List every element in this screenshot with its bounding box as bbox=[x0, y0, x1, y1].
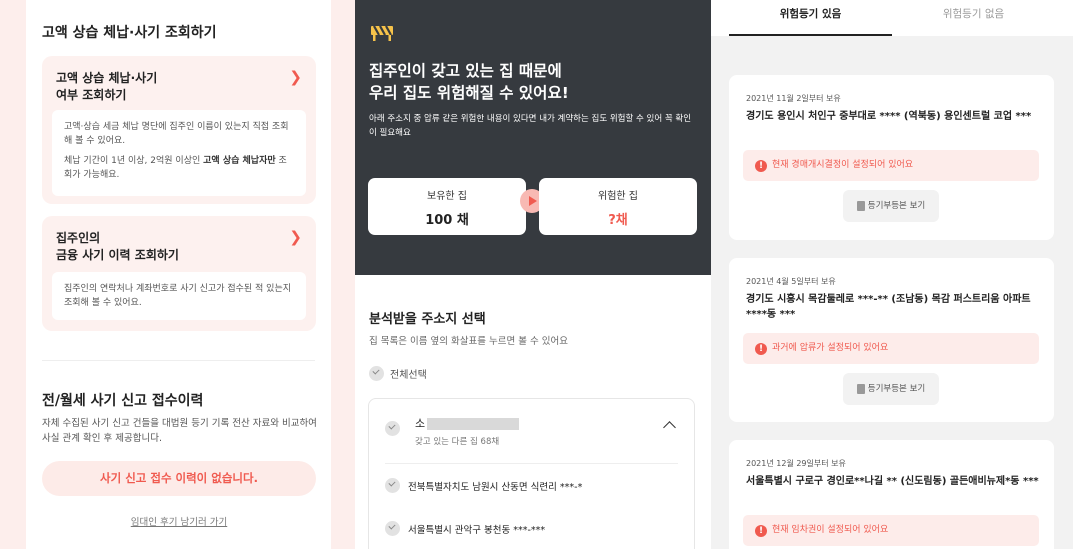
card-description: 집주인의 연락처나 계좌번호로 사기 신고가 접수된 적 있는지 조회해 볼 수… bbox=[52, 272, 306, 320]
owner-name: 소 bbox=[415, 415, 520, 431]
property-address: 경기도 용인시 처인구 중부대로 **** (역북동) 용인센트럴 코업 *** bbox=[746, 111, 1032, 122]
card-title: 집주인의 금융 사기 이력 조회하기 bbox=[56, 231, 179, 262]
risk-warning: ! 현재 경매개시결정이 설정되어 있어요 bbox=[743, 150, 1039, 181]
divider bbox=[385, 463, 678, 464]
risk-property-card: 2021년 4월 5일부터 보유 경기도 시흥시 목감둘레로 ***-** (조… bbox=[729, 258, 1054, 422]
tab-bar: 위험등기 있음 위험등기 없음 bbox=[711, 0, 1073, 36]
select-address-desc: 집 목록은 이름 옆의 화살표를 누르면 볼 수 있어요 bbox=[369, 336, 568, 347]
select-address-title: 분석받을 주소지 선택 bbox=[369, 312, 486, 327]
barrier-icon bbox=[371, 25, 393, 41]
warning-icon: ! bbox=[755, 159, 767, 172]
card-title: 고액 상습 체납·사기 여부 조회하기 bbox=[56, 71, 158, 102]
risk-property-card: 2021년 11월 2일부터 보유 경기도 용인시 처인구 중부대로 **** … bbox=[729, 75, 1054, 240]
owned-houses-stat: 보유한 집 100 채 bbox=[368, 178, 526, 235]
landlord-review-link[interactable]: 임대인 후기 남기러 가기 bbox=[42, 514, 316, 528]
financial-fraud-lookup-card[interactable]: 집주인의 금융 사기 이력 조회하기 ❯ 집주인의 연락처나 계좌번호로 사기 … bbox=[42, 216, 316, 331]
document-icon bbox=[856, 384, 865, 394]
warning-icon: ! bbox=[755, 524, 767, 537]
report-history-title: 전/월세 사기 신고 접수이력 bbox=[42, 393, 204, 409]
hero-title: 집주인이 갖고 있는 집 때문에 우리 집도 위험해질 수 있어요! bbox=[369, 62, 569, 102]
check-icon bbox=[369, 366, 384, 381]
risk-registry-panel: 위험등기 있음 위험등기 없음 2021년 11월 2일부터 보유 경기도 용인… bbox=[711, 0, 1073, 549]
check-icon[interactable] bbox=[385, 421, 400, 436]
divider bbox=[42, 360, 315, 361]
tab-risk-exists[interactable]: 위험등기 있음 bbox=[729, 0, 892, 36]
view-registry-button[interactable]: 등기부등본 보기 bbox=[843, 373, 939, 405]
address-item[interactable]: 서울특별시 관악구 봉천동 ***-*** bbox=[385, 521, 545, 536]
risk-warning: ! 현재 임차권이 설정되어 있어요 bbox=[743, 515, 1039, 546]
document-icon bbox=[856, 201, 865, 211]
chevron-right-icon[interactable]: ❯ bbox=[289, 68, 302, 86]
report-history-desc: 자체 수집된 사기 신고 건들을 대법원 등기 기록 전산 자료와 비교하여 사… bbox=[42, 418, 317, 444]
chevron-up-icon[interactable] bbox=[663, 421, 676, 434]
hero-description: 아래 주소지 중 압류 같은 위험한 내용이 있다면 내가 계약하는 집도 위험… bbox=[369, 114, 692, 138]
property-address: 경기도 시흥시 목감둘레로 ***-** (조남동) 목감 퍼스트리움 아파트 … bbox=[746, 294, 1031, 320]
select-all-checkbox[interactable]: 전체선택 bbox=[369, 366, 427, 381]
address-list: 소 갖고 있는 다른 집 68채 전북특별자치도 남원시 산동면 식련리 ***… bbox=[368, 398, 695, 549]
tab-risk-none[interactable]: 위험등기 없음 bbox=[892, 0, 1055, 36]
risk-warning: ! 과거에 압류가 설정되어 있어요 bbox=[743, 333, 1039, 364]
chevron-right-icon[interactable]: ❯ bbox=[289, 228, 302, 246]
card-description: 고액·상습 세금 체납 명단에 집주인 이름이 있는지 직접 조회해 볼 수 있… bbox=[52, 110, 306, 196]
delinquent-lookup-card[interactable]: 고액 상습 체납·사기 여부 조회하기 ❯ 고액·상습 세금 체납 명단에 집주… bbox=[42, 56, 316, 204]
property-address: 서울특별시 구로구 경인로**나길 ** (신도림동) 골든애비뉴제*동 *** bbox=[746, 476, 1039, 487]
holding-date: 2021년 11월 2일부터 보유 bbox=[746, 94, 841, 103]
masked-name bbox=[427, 418, 520, 430]
owner-properties-panel: 집주인이 갖고 있는 집 때문에 우리 집도 위험해질 수 있어요! 아래 주소… bbox=[355, 0, 711, 549]
check-icon bbox=[385, 478, 400, 493]
view-registry-button[interactable]: 등기부등본 보기 bbox=[843, 190, 939, 222]
warning-icon: ! bbox=[755, 342, 767, 355]
no-report-badge: 사기 신고 접수 이력이 없습니다. bbox=[42, 461, 316, 496]
owner-other-houses: 갖고 있는 다른 집 68채 bbox=[415, 437, 500, 447]
fraud-check-panel: 고액 상습 체납·사기 조회하기 고액 상습 체납·사기 여부 조회하기 ❯ 고… bbox=[26, 0, 331, 549]
risky-houses-stat: 위험한 집 ?채 bbox=[539, 178, 697, 235]
holding-date: 2021년 4월 5일부터 보유 bbox=[746, 277, 836, 286]
section-title: 고액 상습 체납·사기 조회하기 bbox=[42, 25, 217, 41]
address-item[interactable]: 전북특별자치도 남원시 산동면 식련리 ***-* bbox=[385, 478, 582, 493]
risk-property-card: 2021년 12월 29일부터 보유 서울특별시 구로구 경인로**나길 ** … bbox=[729, 440, 1054, 549]
holding-date: 2021년 12월 29일부터 보유 bbox=[746, 459, 846, 468]
check-icon bbox=[385, 521, 400, 536]
hero-banner: 집주인이 갖고 있는 집 때문에 우리 집도 위험해질 수 있어요! 아래 주소… bbox=[355, 0, 711, 275]
